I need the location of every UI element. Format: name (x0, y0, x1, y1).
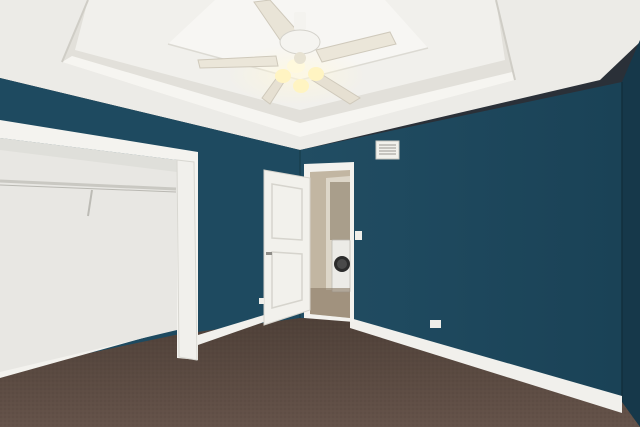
air-vent (375, 140, 400, 160)
wall-outlet-right (430, 320, 441, 328)
right-corner-wall (622, 40, 640, 427)
light-switch (355, 231, 362, 240)
fan-downrod (294, 12, 306, 30)
fan-motor (279, 29, 321, 55)
fan-light-kit (294, 52, 306, 64)
fan-bulb (275, 69, 291, 83)
hallway-doorway (304, 162, 354, 322)
bedroom-illustration (0, 0, 640, 427)
door-handle (266, 252, 272, 255)
wall-outlet-left (259, 298, 264, 304)
door-panel (263, 169, 311, 326)
fan-bulb (308, 67, 324, 81)
closet-door (176, 159, 198, 361)
bedroom-door (263, 169, 311, 326)
bedroom-photo (0, 0, 640, 427)
fan-bulb (293, 79, 309, 93)
laundry-wall (330, 182, 350, 240)
